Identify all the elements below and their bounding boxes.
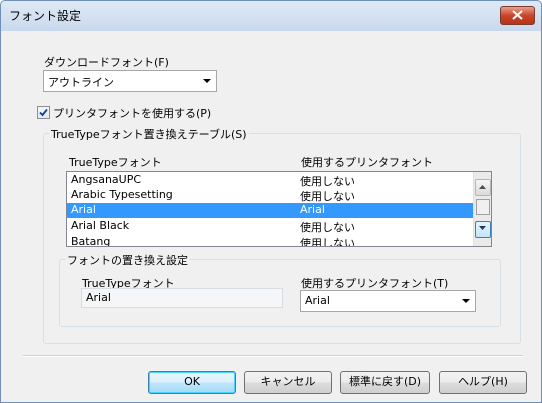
printer-font-label: 使用するプリンタフォント(T) [301, 277, 449, 290]
cell-truetype: Batang [71, 235, 111, 247]
cell-printer-font: Arial [300, 203, 325, 216]
window-title: フォント設定 [9, 9, 82, 23]
restore-defaults-button[interactable]: 標準に戻す(D) [340, 371, 430, 394]
printer-font-value: Arial [305, 294, 330, 307]
cell-truetype: Arial [71, 203, 96, 216]
use-printer-font-label[interactable]: プリンタフォントを使用する(P) [53, 105, 211, 121]
download-font-label: ダウンロードフォント(F) [44, 56, 169, 69]
column-header-printer-font: 使用するプリンタフォント [301, 156, 433, 169]
cancel-button[interactable]: キャンセル [244, 371, 332, 394]
cell-truetype: AngsanaUPC [71, 173, 142, 186]
scroll-up-button[interactable] [475, 179, 491, 196]
truetype-font-value: Arial [86, 291, 111, 304]
download-font-value: アウトライン [48, 76, 114, 89]
table-row[interactable]: AngsanaUPC 使用しない [67, 173, 473, 188]
use-printer-font-checkbox[interactable] [37, 106, 50, 119]
cell-printer-font: 使用しない [300, 237, 355, 247]
checkmark-icon [39, 108, 48, 117]
download-font-dropdown[interactable]: アウトライン [43, 70, 217, 92]
list-scrollbar[interactable] [473, 172, 491, 246]
table-row[interactable]: Arial Black 使用しない [67, 219, 473, 234]
scroll-thumb[interactable] [476, 199, 490, 215]
scroll-up-arrow-icon [479, 185, 486, 189]
table-row[interactable]: Arabic Typesetting 使用しない [67, 188, 473, 203]
close-icon [512, 10, 523, 20]
replace-settings-group-title: フォントの置き換え設定 [65, 252, 190, 268]
cell-truetype: Arial Black [71, 219, 130, 232]
chevron-down-icon [203, 79, 211, 83]
scroll-down-arrow-icon [479, 226, 486, 230]
ok-button[interactable]: OK [148, 371, 236, 394]
cell-printer-font: 使用しない [300, 175, 355, 188]
close-button[interactable] [500, 6, 535, 25]
title-bar[interactable]: フォント設定 [1, 1, 541, 31]
font-settings-dialog: フォント設定 ダウンロードフォント(F) アウトライン プリンタフォントを使用す… [0, 0, 542, 403]
cell-truetype: Arabic Typesetting [71, 188, 173, 201]
table-row[interactable]: Batang 使用しない [67, 235, 473, 247]
font-replacement-list[interactable]: AngsanaUPC 使用しない Arabic Typesetting 使用しな… [66, 171, 492, 247]
help-button[interactable]: ヘルプ(H) [439, 371, 527, 394]
separator [23, 355, 523, 357]
scroll-down-button[interactable] [475, 221, 491, 238]
printer-font-dropdown[interactable]: Arial [300, 290, 476, 312]
chevron-down-icon [462, 299, 470, 303]
table-row-selected[interactable]: Arial Arial [67, 203, 473, 218]
truetype-font-field: Arial [81, 288, 283, 308]
replacement-table-group-title: TrueTypeフォント置き換えテーブル(S) [49, 126, 249, 142]
cell-printer-font: 使用しない [300, 221, 355, 234]
column-header-truetype: TrueTypeフォント [69, 156, 162, 169]
cell-printer-font: 使用しない [300, 190, 355, 203]
